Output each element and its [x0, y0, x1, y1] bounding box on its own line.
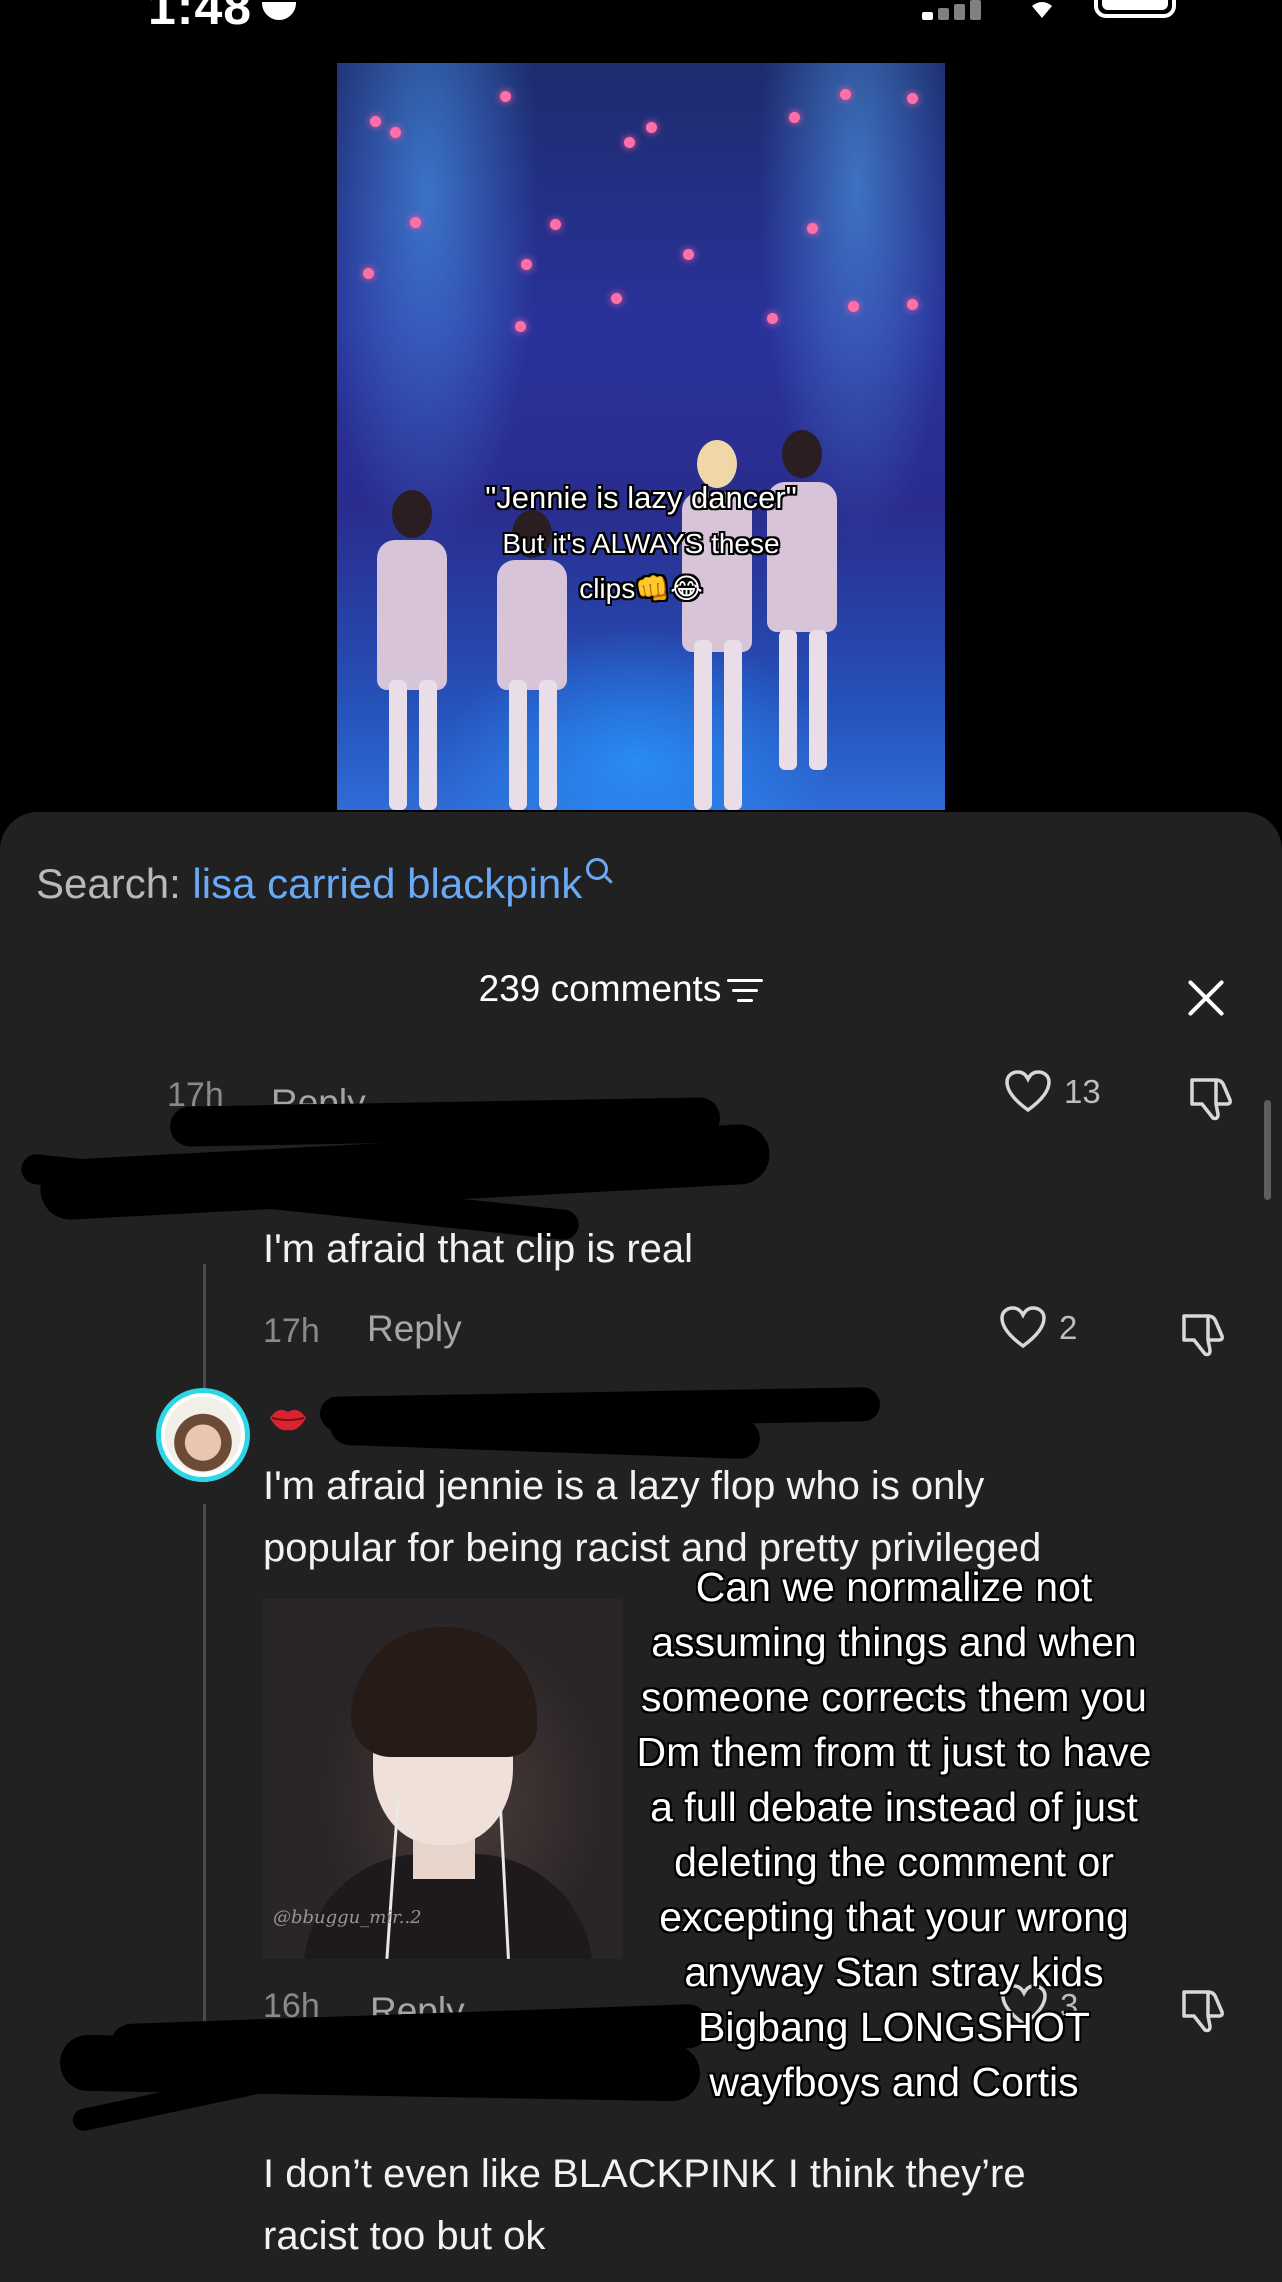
overlay-line: deleting the comment or — [674, 1839, 1114, 1885]
comment-count: 239 comments — [478, 968, 722, 1009]
comment-text-line-2: racist too but ok — [263, 2214, 546, 2258]
like-count: 13 — [1064, 1073, 1101, 1110]
overlay-line: anyway Stan stray kids — [684, 1949, 1104, 1995]
photo-watermark: @bbuggu_mir..2 — [273, 1907, 422, 1928]
search-suggestion[interactable]: Search: lisa carried blackpink — [36, 858, 609, 908]
overlay-line: Can we normalize not — [695, 1564, 1093, 1610]
comments-header: 239 comments — [0, 968, 1282, 1028]
like-button[interactable]: 13 — [1004, 1070, 1101, 1114]
dislike-icon[interactable] — [1186, 1074, 1236, 1124]
search-icon — [586, 858, 609, 880]
video-caption-line-3: clips👊😂 — [579, 573, 703, 604]
like-count: 2 — [1059, 1309, 1078, 1346]
search-label: Search: — [36, 860, 181, 907]
avatar[interactable] — [156, 1388, 250, 1482]
overlay-line: wayfboys and Cortis — [709, 2059, 1079, 2105]
lips-icon — [270, 1410, 306, 1431]
reply-button[interactable]: Reply — [367, 1308, 462, 1350]
overlay-caption: Can we normalize not assuming things and… — [594, 1560, 1194, 2110]
comment-text-line-1: I'm afraid jennie is a lazy flop who is … — [263, 1464, 985, 1508]
battery-icon — [1094, 0, 1176, 18]
comment-text: I'm afraid that clip is real — [263, 1227, 694, 1271]
caption-emojis: 👊😂 — [635, 573, 703, 604]
location-icon — [262, 2, 296, 20]
overlay-line: Dm them from tt just to have — [636, 1729, 1152, 1775]
video-caption-line-1: "Jennie is lazy dancer" — [485, 480, 797, 515]
scrollbar[interactable] — [1264, 1100, 1271, 1200]
video-caption-line-2: But it's ALWAYS these — [502, 528, 780, 559]
status-time: 1:48 — [148, 0, 253, 35]
overlay-line: assuming things and when — [651, 1619, 1137, 1665]
like-button[interactable]: 2 — [999, 1306, 1077, 1350]
video-thumbnail[interactable]: "Jennie is lazy dancer" But it's ALWAYS … — [337, 63, 945, 810]
status-bar: 1:48 — [0, 0, 1282, 35]
search-term-link[interactable]: lisa carried blackpink — [192, 860, 582, 907]
overlay-line: someone corrects them you — [641, 1674, 1147, 1720]
overlay-line: Bigbang LONGSHOT — [698, 2004, 1090, 2050]
sort-filter-icon[interactable] — [727, 977, 764, 1003]
heart-icon — [1000, 1306, 1046, 1349]
comment-photo[interactable]: @bbuggu_mir..2 — [263, 1599, 623, 1959]
comment-time: 17h — [263, 1312, 320, 1350]
overlay-line: excepting that your wrong — [659, 1894, 1129, 1940]
comment-sheet: Search: lisa carried blackpink 239 comme… — [0, 812, 1282, 2282]
comment-text-line-1: I don’t even like BLACKPINK I think they… — [263, 2152, 1026, 2196]
overlay-line: a full debate instead of just — [650, 1784, 1138, 1830]
close-icon[interactable] — [1186, 978, 1226, 1018]
wifi-icon — [1032, 2, 1052, 18]
heart-icon — [1005, 1070, 1051, 1113]
dislike-icon[interactable] — [1178, 1310, 1228, 1360]
signal-icon — [922, 0, 992, 20]
